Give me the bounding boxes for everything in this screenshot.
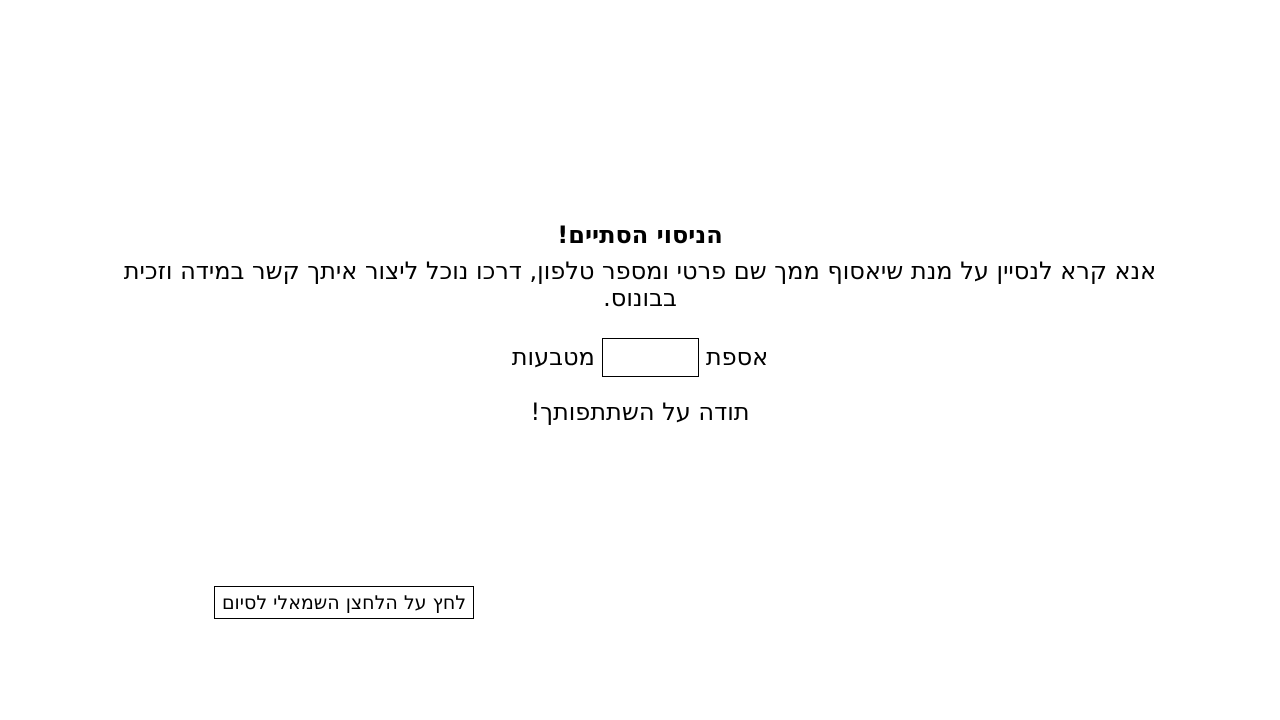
page-title: הניסוי הסתיים! (557, 221, 723, 249)
end-of-experiment-panel: הניסוי הסתיים! אנא קרא לנסיין על מנת שיא… (120, 220, 1160, 427)
collected-prefix-label: אספת (705, 343, 769, 371)
instruction-message: אנא קרא לנסיין על מנת שיאסוף ממך שם פרטי… (123, 257, 1157, 312)
collected-suffix-label: מטבעות (511, 343, 595, 371)
coins-collected-row: אספת מטבעות (120, 338, 1160, 377)
thanks-message: תודה על השתתפותך! (530, 398, 750, 426)
coins-input[interactable] (601, 338, 699, 377)
finish-button[interactable]: לחץ על הלחצן השמאלי לסיום (214, 586, 474, 619)
page: הניסוי הסתיים! אנא קרא לנסיין על מנת שיא… (0, 0, 1280, 720)
